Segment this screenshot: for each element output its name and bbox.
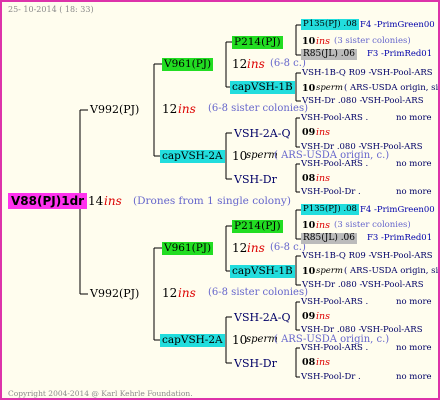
upper-vshdr-bot: VSH-Pool-Dr .	[301, 187, 361, 197]
lower-f4-label: F4 -PrimGreen00	[360, 205, 435, 215]
lower-v992-label[interactable]: V992(PJ)	[90, 288, 139, 299]
lower-vshdr-num: 08	[302, 357, 316, 368]
lower-p214-sisters: (3 sister colonies)	[334, 220, 411, 230]
upper-v961-sisters: (6-8 c.)	[270, 58, 306, 69]
lower-vshdr-label[interactable]: VSH-Dr	[234, 358, 277, 369]
upper-p135-label[interactable]: P135(PJ) .08	[301, 19, 359, 30]
copyright: Copyright 2004-2014 @ Karl Kehrle Founda…	[8, 389, 193, 398]
upper-capvsh2a-label[interactable]: capVSH-2A	[160, 150, 225, 163]
upper-vsh2aq-bot: VSH-Dr .080 -VSH-Pool-ARS	[301, 142, 423, 152]
upper-v961-num: 12	[232, 57, 248, 71]
lower-f3-label: F3 -PrimRed01	[367, 233, 433, 243]
upper-p214-sisters: (3 sister colonies)	[334, 36, 411, 46]
upper-capvsh1b-label[interactable]: capVSH-1B	[230, 81, 295, 94]
lower-p214-num: 10	[302, 220, 316, 231]
upper-f3-label: F3 -PrimRed01	[367, 49, 433, 59]
lower-vshdr-top-more: no more	[396, 343, 432, 353]
lower-vsh2aq-top-more: no more	[396, 297, 432, 307]
lower-capvsh2a-sperm: sperm	[246, 334, 278, 345]
lower-vshdr-ins: ins	[316, 357, 331, 368]
lower-capvsh1b-num: 10	[302, 266, 316, 277]
lower-v961-num: 12	[232, 241, 248, 255]
upper-vsh2aq-num: 09	[302, 127, 316, 138]
lower-r85-label[interactable]: R85(JL) .06	[301, 233, 358, 244]
upper-vsh1b-dr-label: VSH-Dr .080 -VSH-Pool-ARS	[302, 96, 424, 106]
lower-vshdr-top: VSH-Pool-ARS .	[301, 343, 369, 353]
upper-vsh2aq-top: VSH-Pool-ARS .	[301, 113, 369, 123]
upper-v992-ins: ins	[178, 102, 196, 116]
lower-capvsh1b-note: ( ARS-USDA origin, siste	[344, 266, 439, 276]
root-note: (Drones from 1 single colony)	[133, 195, 291, 207]
lower-v992-sisters: (6-8 sister colonies)	[208, 287, 308, 298]
lower-capvsh2a-label[interactable]: capVSH-2A	[160, 334, 225, 347]
lower-v961-ins: ins	[247, 241, 265, 255]
lower-vsh2aq-bot: VSH-Dr .080 -VSH-Pool-ARS	[301, 325, 423, 335]
upper-p214-ins: ins	[316, 36, 331, 47]
upper-capvsh1b-note: ( ARS-USDA origin, siste	[344, 83, 439, 93]
upper-vshdr-label[interactable]: VSH-Dr	[234, 174, 277, 185]
root-generation-number: 14	[88, 194, 104, 208]
lower-vshdr-bot: VSH-Pool-Dr .	[301, 372, 361, 382]
upper-capvsh2a-sperm: sperm	[246, 150, 278, 161]
lower-vshdr-bot-more: no more	[396, 372, 432, 382]
lower-v961-sisters: (6-8 c.)	[270, 242, 306, 253]
lower-v992-ins: ins	[178, 286, 196, 300]
lower-p135-label[interactable]: P135(PJ) .08	[301, 204, 359, 215]
lower-vsh2aq-top: VSH-Pool-ARS .	[301, 297, 369, 307]
upper-f4-label: F4 -PrimGreen00	[360, 20, 435, 30]
upper-v992-num: 12	[162, 102, 178, 116]
upper-v992-label[interactable]: V992(PJ)	[90, 104, 139, 115]
lower-vsh2aq-ins: ins	[316, 311, 331, 322]
upper-p214-num: 10	[302, 36, 316, 47]
upper-vsh2aq-ins: ins	[316, 127, 331, 138]
upper-r85-label[interactable]: R85(JL) .06	[301, 49, 358, 60]
upper-vsh2aq-label[interactable]: VSH-2A-Q	[234, 128, 290, 139]
upper-capvsh1b-sperm: sperm	[316, 83, 343, 93]
upper-v992-sisters: (6-8 sister colonies)	[208, 103, 308, 114]
lower-capvsh2a-num: 10	[232, 333, 248, 347]
lower-v961-label[interactable]: V961(PJ)	[162, 242, 214, 255]
upper-capvsh1b-num: 10	[302, 83, 316, 94]
upper-vshdr-num: 08	[302, 173, 316, 184]
pedigree-page: 25- 10-2014 ( 18: 33) Copyright 2004-201…	[0, 0, 440, 400]
lower-capvsh1b-label[interactable]: capVSH-1B	[230, 265, 295, 278]
upper-v961-label[interactable]: V961(PJ)	[162, 58, 214, 71]
upper-vshdr-bot-more: no more	[396, 187, 432, 197]
lower-vsh1b-dr-label: VSH-Dr .080 -VSH-Pool-ARS	[302, 280, 424, 290]
root-queen-label[interactable]: V88(PJ)1dr	[8, 193, 88, 209]
upper-vshdr-ins: ins	[316, 173, 331, 184]
lower-vsh1b-q-label: VSH-1B-Q R09 -VSH-Pool-ARS	[302, 251, 433, 261]
lower-vsh2aq-num: 09	[302, 311, 316, 322]
upper-vsh1b-q-label: VSH-1B-Q R09 -VSH-Pool-ARS	[302, 68, 433, 78]
lower-v992-num: 12	[162, 286, 178, 300]
upper-capvsh2a-num: 10	[232, 149, 248, 163]
timestamp: 25- 10-2014 ( 18: 33)	[8, 5, 94, 14]
lower-p214-ins: ins	[316, 220, 331, 231]
upper-vshdr-top-more: no more	[396, 159, 432, 169]
lower-capvsh1b-sperm: sperm	[316, 266, 343, 276]
upper-vshdr-top: VSH-Pool-ARS .	[301, 159, 369, 169]
upper-v961-ins: ins	[247, 57, 265, 71]
lower-vsh2aq-label[interactable]: VSH-2A-Q	[234, 312, 290, 323]
lower-p214-label[interactable]: P214(PJ)	[232, 220, 283, 233]
upper-vsh2aq-top-more: no more	[396, 113, 432, 123]
root-ins-mark: ins	[104, 194, 122, 208]
upper-p214-label[interactable]: P214(PJ)	[232, 36, 283, 49]
